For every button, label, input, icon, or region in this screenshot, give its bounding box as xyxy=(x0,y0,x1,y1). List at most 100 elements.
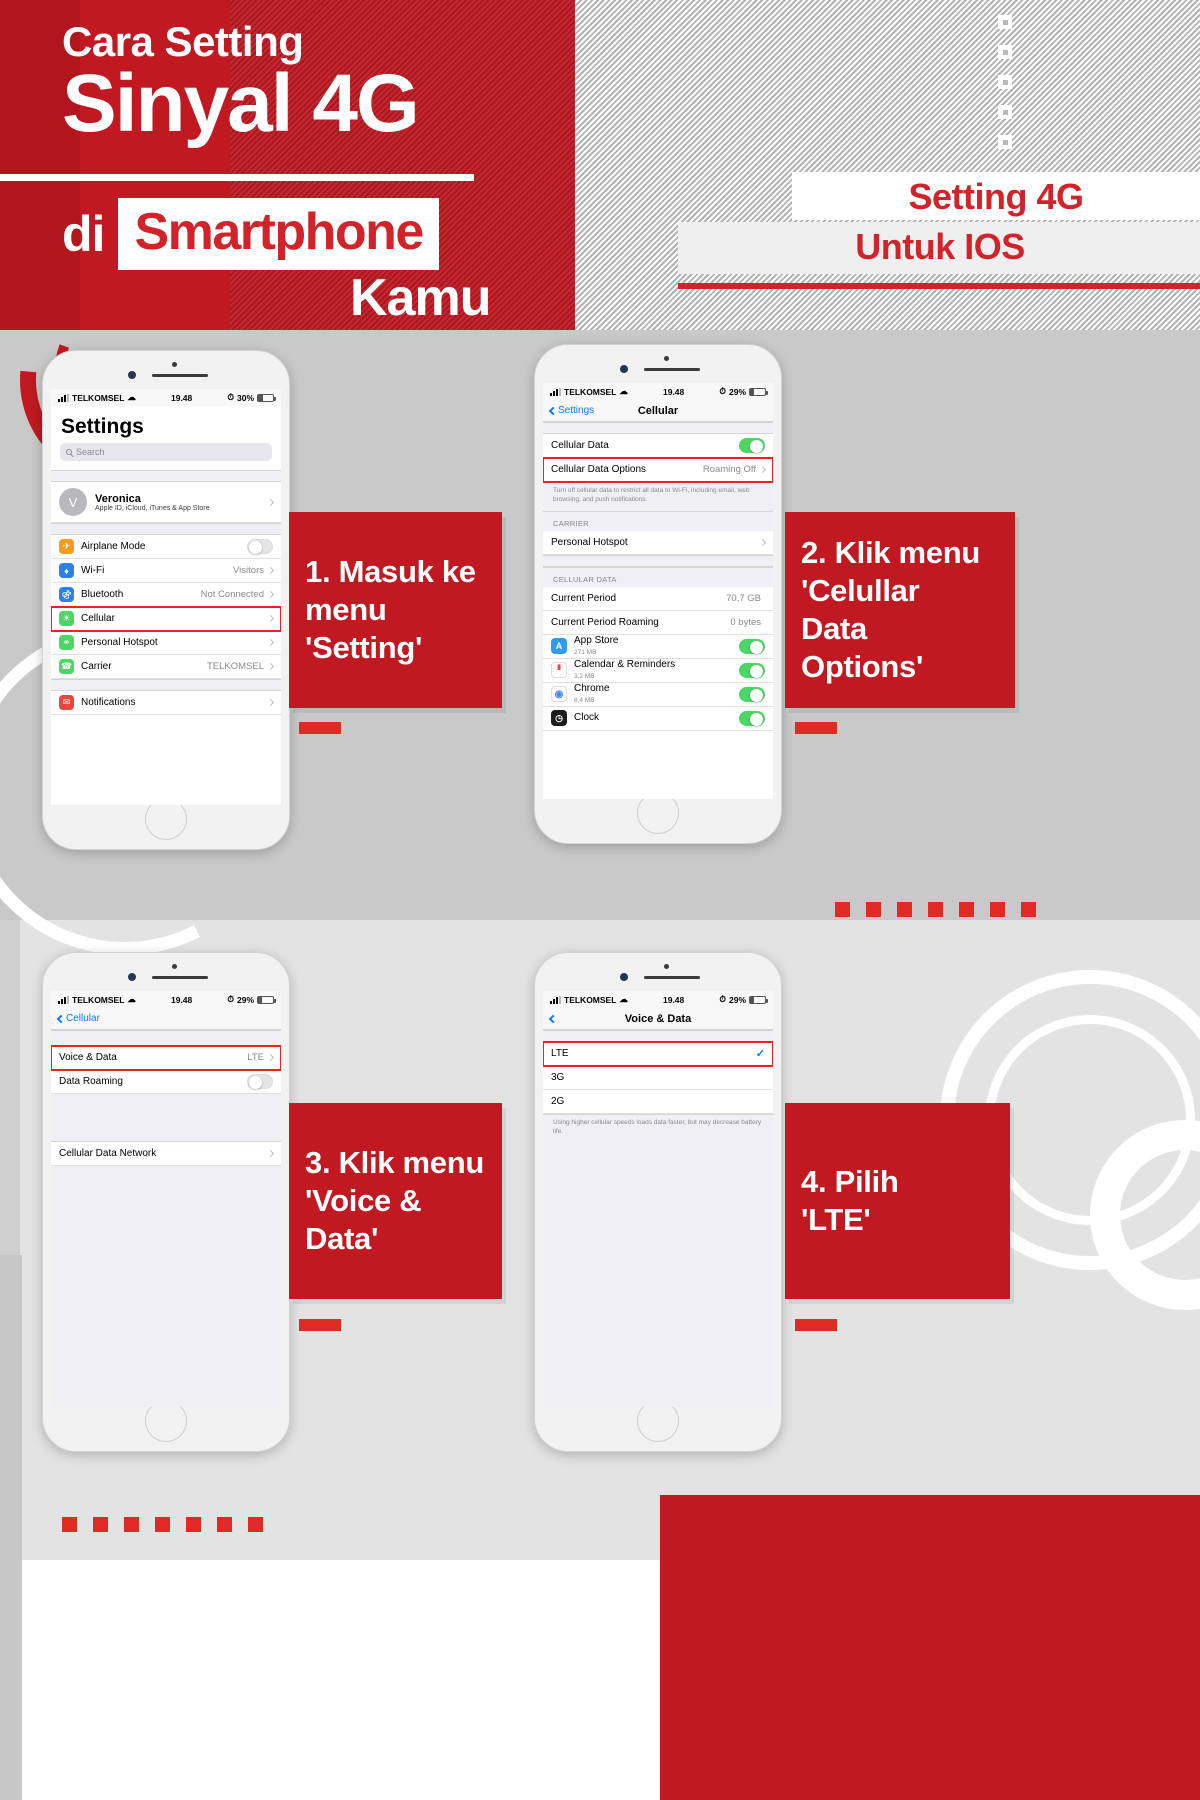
back-button[interactable]: Cellular xyxy=(56,1013,100,1024)
phone-speaker xyxy=(152,374,208,377)
callout-step-1-text: 1. Masuk ke menu 'Setting' xyxy=(305,554,476,665)
dot-bottom-1 xyxy=(62,1517,77,1532)
app-toggle[interactable] xyxy=(739,638,765,654)
carrier-name: TELKOMSEL xyxy=(564,994,617,1005)
settings-row-airplane[interactable]: ✈ Airplane Mode xyxy=(51,535,281,559)
settings-row-carrier[interactable]: ☎ Carrier TELKOMSEL xyxy=(51,655,281,679)
phone3-status-left: TELKOMSEL ☁ xyxy=(58,994,136,1005)
empty-area xyxy=(51,1166,281,1407)
row-label: Cellular Data Network xyxy=(59,1148,157,1159)
app-row-chrome[interactable]: ◉ Chrome 8,4 MB xyxy=(543,682,773,707)
phone-mockup-cellular-options: TELKOMSEL ☁ 19.48 ⏱ 29% Cellular Voice &… xyxy=(42,952,290,1452)
group-separator xyxy=(543,422,773,434)
group-separator xyxy=(51,1030,281,1046)
infographic-page: Cara Setting Sinyal 4G di Smartphone Kam… xyxy=(0,0,1200,1800)
phone2-status-right: ⏱ 29% xyxy=(719,386,768,397)
dot-mid-5 xyxy=(959,902,974,917)
appstore-icon: A xyxy=(551,638,567,655)
checkmark-icon: ✓ xyxy=(755,1048,765,1060)
signal-bars-icon xyxy=(550,995,561,1004)
cellular-data-toggle[interactable] xyxy=(739,438,765,453)
header-dot-5 xyxy=(998,135,1012,149)
title-smartphone-highlight: Smartphone xyxy=(118,198,439,270)
callout-step-3-bar xyxy=(299,1319,341,1331)
settings-row-cellular[interactable]: ☀ Cellular xyxy=(51,606,281,632)
search-placeholder: Search xyxy=(76,447,105,457)
header-dot-4 xyxy=(998,105,1012,119)
empty-area xyxy=(543,1142,773,1407)
row-label: Wi-Fi xyxy=(81,565,105,576)
clock-icon: ◷ xyxy=(551,710,567,727)
phone1-page-title: Settings xyxy=(51,406,281,443)
chevron-right-icon xyxy=(266,1149,275,1158)
group-separator-2 xyxy=(51,1094,281,1142)
search-icon xyxy=(66,449,72,455)
phone1-screen: TELKOMSEL ☁ 19.48 ⏱ 30% Settings Search … xyxy=(51,389,281,805)
phone-speaker xyxy=(152,976,208,979)
row-value: Not Connected xyxy=(200,589,264,600)
row-label: 3G xyxy=(551,1072,565,1083)
option-row-2g[interactable]: 2G xyxy=(543,1090,773,1114)
battery-percent: 29% xyxy=(728,386,746,397)
settings-row-notifications[interactable]: ✉ Notifications xyxy=(51,691,281,715)
row-label: Carrier xyxy=(81,661,112,672)
app-text: Chrome 8,4 MB xyxy=(574,683,739,706)
app-toggle[interactable] xyxy=(739,710,765,726)
option-row-lte[interactable]: LTE ✓ xyxy=(543,1041,773,1067)
title-word-di: di xyxy=(62,206,105,262)
option-row-3g[interactable]: 3G xyxy=(543,1066,773,1090)
row-label: Cellular xyxy=(81,613,115,624)
alarm-icon: ⏱ xyxy=(227,994,234,1004)
chevron-right-icon xyxy=(266,614,275,623)
dot-mid-1 xyxy=(835,902,850,917)
dot-mid-6 xyxy=(990,902,1005,917)
phone-camera-icon xyxy=(620,365,628,373)
phone2-screen: TELKOMSEL ☁ 19.48 ⏱ 29% Settings Cellula… xyxy=(543,383,773,799)
row-label: Current Period Roaming xyxy=(551,616,659,628)
app-toggle[interactable] xyxy=(739,662,765,678)
phone3-status-right: ⏱ 29% xyxy=(227,994,276,1005)
personal-hotspot-row[interactable]: Personal Hotspot xyxy=(543,530,773,555)
phone4-status-bar: TELKOMSEL ☁ 19.48 ⏱ 29% xyxy=(543,991,773,1008)
app-row-calendar[interactable]: ▮ Calendar & Reminders 3,2 MB xyxy=(543,658,773,683)
search-input[interactable]: Search xyxy=(60,443,272,461)
callout-step-2: 2. Klik menu 'Celullar Data Options' xyxy=(785,512,1015,708)
app-toggle[interactable] xyxy=(739,686,765,702)
airplane-toggle[interactable] xyxy=(247,539,273,554)
dot-mid-3 xyxy=(897,902,912,917)
group-separator-2 xyxy=(51,523,281,535)
battery-icon xyxy=(749,995,768,1004)
voice-and-data-row[interactable]: Voice & Data LTE xyxy=(51,1045,281,1071)
apple-account-row[interactable]: V Veronica Apple ID, iCloud, iTunes & Ap… xyxy=(51,482,281,523)
cellular-data-network-row[interactable]: Cellular Data Network xyxy=(51,1142,281,1166)
carrier-name: TELKOMSEL xyxy=(564,386,617,397)
data-roaming-toggle[interactable] xyxy=(247,1074,273,1089)
nav-title: Voice & Data xyxy=(624,1012,692,1025)
app-row-clock[interactable]: ◷ Clock xyxy=(543,706,773,731)
chevron-right-icon xyxy=(266,566,275,575)
phone1-status-bar: TELKOMSEL ☁ 19.48 ⏱ 30% xyxy=(51,389,281,406)
phone-camera-icon xyxy=(128,973,136,981)
row-label: Voice & Data xyxy=(59,1052,117,1063)
cellular-data-options-row[interactable]: Cellular Data Options Roaming Off xyxy=(543,457,773,483)
app-row-appstore[interactable]: A App Store 271 MB xyxy=(543,634,773,659)
cellular-data-footnote: Turn off cellular data to restrict all d… xyxy=(543,482,773,511)
chrome-icon: ◉ xyxy=(551,686,567,703)
wifi-icon: ☁ xyxy=(619,994,628,1004)
carrier-name: TELKOMSEL xyxy=(72,994,125,1005)
phone4-screen: TELKOMSEL ☁ 19.48 ⏱ 29% Voice & Data LTE xyxy=(543,991,773,1407)
settings-row-hotspot[interactable]: ⚭ Personal Hotspot xyxy=(51,631,281,655)
settings-row-wifi[interactable]: ♦ Wi-Fi Visitors xyxy=(51,559,281,583)
signal-bars-icon xyxy=(58,393,69,402)
row-value: Roaming Off xyxy=(702,464,756,475)
data-roaming-row[interactable]: Data Roaming xyxy=(51,1070,281,1094)
settings-row-bluetooth[interactable]: ⚣ Bluetooth Not Connected xyxy=(51,583,281,607)
dot-bottom-2 xyxy=(93,1517,108,1532)
wifi-icon: ☁ xyxy=(619,386,628,396)
alarm-icon: ⏱ xyxy=(719,386,726,396)
cellular-data-row[interactable]: Cellular Data xyxy=(543,434,773,458)
wifi-icon: ☁ xyxy=(127,994,136,1004)
account-name: Veronica xyxy=(95,492,141,505)
section-header-cellular-data: CELLULAR DATA xyxy=(543,566,773,587)
chevron-left-icon xyxy=(56,1014,66,1023)
